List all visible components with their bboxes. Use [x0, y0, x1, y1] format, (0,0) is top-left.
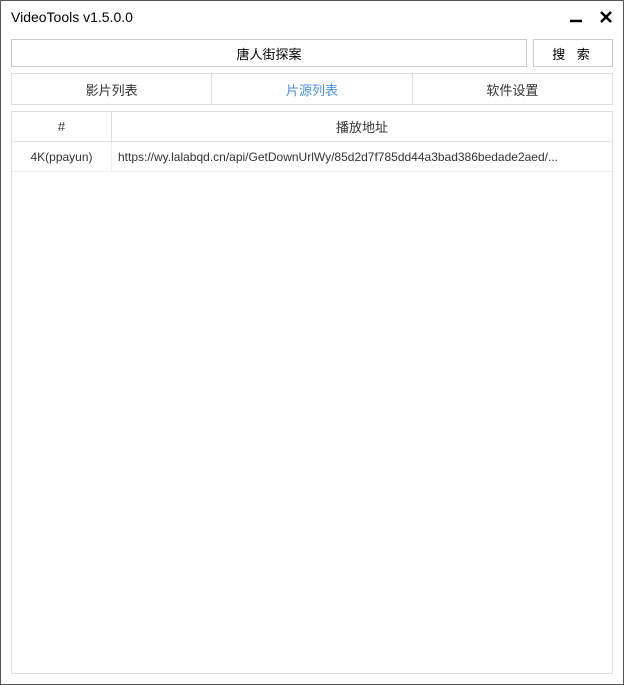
column-header-num[interactable]: #	[12, 112, 112, 141]
search-row: 搜 索	[11, 39, 613, 67]
window-title: VideoTools v1.5.0.0	[11, 9, 567, 25]
tabs: 影片列表 片源列表 软件设置	[11, 73, 613, 105]
client-area: 搜 索 影片列表 片源列表 软件设置 # 播放地址 4K(ppayun) htt…	[1, 33, 623, 684]
table-body: 4K(ppayun) https://wy.lalabqd.cn/api/Get…	[12, 142, 612, 673]
app-window: VideoTools v1.5.0.0 搜 索 影片列表 片源列表 软件设置 #…	[0, 0, 624, 685]
table-header: # 播放地址	[12, 112, 612, 142]
cell-url: https://wy.lalabqd.cn/api/GetDownUrlWy/8…	[112, 142, 612, 171]
minimize-icon[interactable]	[567, 8, 585, 26]
tab-settings[interactable]: 软件设置	[412, 74, 612, 104]
table-row[interactable]: 4K(ppayun) https://wy.lalabqd.cn/api/Get…	[12, 142, 612, 172]
search-input[interactable]	[11, 39, 527, 67]
content-panel: # 播放地址 4K(ppayun) https://wy.lalabqd.cn/…	[11, 111, 613, 674]
column-header-url[interactable]: 播放地址	[112, 112, 612, 141]
cell-num: 4K(ppayun)	[12, 142, 112, 171]
close-icon[interactable]	[597, 8, 615, 26]
search-button[interactable]: 搜 索	[533, 39, 613, 67]
tab-source-list[interactable]: 片源列表	[211, 74, 411, 104]
tab-video-list[interactable]: 影片列表	[12, 74, 211, 104]
window-controls	[567, 8, 615, 26]
titlebar: VideoTools v1.5.0.0	[1, 1, 623, 33]
